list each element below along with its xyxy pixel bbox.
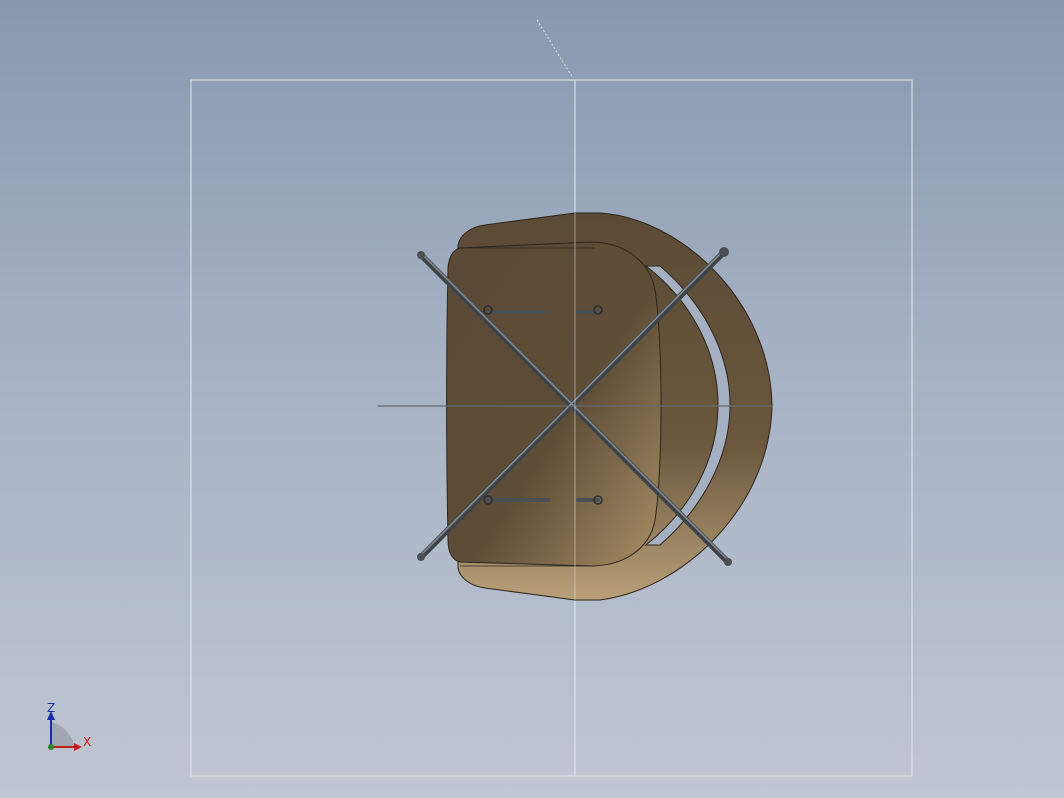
x-axis-label: X (83, 735, 91, 749)
triad-plane (51, 722, 75, 747)
leg-foot (417, 251, 425, 259)
triad-origin-icon (48, 744, 54, 750)
view-guide-line (536, 19, 574, 79)
coordinate-triad: Z X (47, 701, 91, 751)
chair-seat (446, 241, 662, 567)
leg-foot (719, 247, 729, 257)
3d-viewport[interactable]: Z X (0, 0, 1064, 798)
z-axis-label: Z (47, 701, 55, 715)
leg-foot (417, 553, 425, 561)
x-axis-arrow-icon (74, 743, 82, 751)
leg-foot (724, 558, 732, 566)
